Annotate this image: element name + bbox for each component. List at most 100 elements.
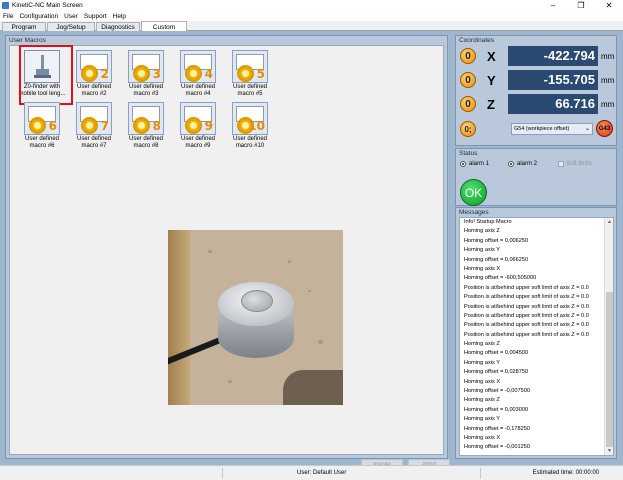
macro-3[interactable]: 3 User defined macro #3 [120,50,172,98]
macro-9[interactable]: 9 User defined macro #9 [172,102,224,150]
message-line: Homing axis Y [464,247,500,254]
message-line: Homing axis X [464,434,501,441]
status-title: Status [459,150,478,157]
gear-icon: 9 [180,102,216,135]
z0-finder-photo [168,230,343,405]
message-line: Homing offset = 0,066250 [464,256,529,263]
title-bar: KinetiC-NC Main Screen – ❐ ✕ [0,0,623,11]
coordinates-panel: Coordinates 0 X -422.794 mm 0 Y -155.705… [455,35,617,146]
status-panel: Status alarm 1 alarm 2 Soft limits OK [455,148,617,206]
macro-10[interactable]: 10 User defined macro #10 [224,102,276,150]
messages-scrollbar[interactable]: ▲ ▼ [604,218,613,455]
maximize-button[interactable]: ❐ [567,0,595,11]
coordinates-title: Coordinates [459,37,495,44]
message-line: Homing offset = 0,004500 [464,350,529,357]
unit-y: mm [601,76,615,85]
message-line: Homing offset = -0,001250 [464,444,530,451]
zero-all-button[interactable]: 0; [460,121,476,137]
message-line: Homing offset = -0,007500 [464,388,530,395]
wcs-row: 0; G54 (workpiece offset) ⌄ G43 [460,119,616,139]
macro-label: User defined macro #9 [180,136,216,149]
message-line: Homing axis Z [464,228,500,235]
message-line: Position is at/behind upper soft limit o… [464,294,589,301]
tab-program[interactable]: Program [2,22,46,31]
axis-label-y: Y [487,73,496,88]
unit-x: mm [601,52,615,61]
readout-x: -422.794 [508,46,598,66]
message-line: Homing axis Y [464,359,500,366]
menu-file[interactable]: File [3,13,13,20]
ok-status-button[interactable]: OK [460,179,487,206]
message-line: Homing axis X [464,265,501,272]
message-line: Position is at/behind upper soft limit o… [464,284,589,291]
messages-panel: Messages Info! Startup Macro Homing axis … [455,207,617,459]
tab-bar: Program Jog/Setup Diagnostics Custom [0,21,623,32]
gear-icon: 4 [180,50,216,83]
coord-row-x: 0 X -422.794 mm [460,46,616,66]
scroll-thumb[interactable] [606,292,613,447]
app-icon [2,2,9,9]
alarm2-label: alarm 2 [517,161,538,167]
chevron-down-icon: ⌄ [584,126,590,132]
macro-6[interactable]: 6 User defined macro #6 [16,102,68,150]
status-bar: User: Default User Estimated time: 00:00… [0,465,623,480]
alarm1-indicator: alarm 1 [460,161,489,167]
tab-diagnostics[interactable]: Diagnostics [96,22,140,31]
macro-7[interactable]: 7 User defined macro #7 [68,102,120,150]
message-line: Homing axis Y [464,416,500,423]
macro-label: User defined macro #8 [128,136,164,149]
wcs-select[interactable]: G54 (workpiece offset) ⌄ [511,123,593,135]
zero-y-button[interactable]: 0 [460,72,476,88]
zero-z-button[interactable]: 0 [460,96,476,112]
message-line: Homing offset = 0,028750 [464,369,529,376]
messages-title: Messages [459,209,489,216]
gear-icon: 6 [24,102,60,135]
user-macros-panel: User Macros Z0-finder with mobile tool l… [5,35,450,471]
close-button[interactable]: ✕ [595,0,623,11]
user-macros-title: User Macros [9,37,46,44]
message-line: Position is at/behind upper soft limit o… [464,303,589,310]
macro-8[interactable]: 8 User defined macro #8 [120,102,172,150]
minimize-button[interactable]: – [539,0,567,11]
menu-help[interactable]: Help [113,13,126,20]
axis-label-x: X [487,49,496,64]
gear-icon: 5 [232,50,268,83]
readout-z: 66.716 [508,94,598,114]
messages-lines: Info! Startup Macro Homing axis Z Homing o… [460,218,613,453]
gear-icon: 3 [128,50,164,83]
messages-list: Info! Startup Macro Homing axis Z Homing o… [459,217,614,456]
menu-configuration[interactable]: Configuration [19,13,58,20]
zero-x-button[interactable]: 0 [460,48,476,64]
tab-jog-setup[interactable]: Jog/Setup [47,22,95,31]
macro-5[interactable]: 5 User defined macro #5 [224,50,276,98]
message-line: Position is at/behind upper soft limit o… [464,312,589,319]
macro-label: User defined macro #3 [128,84,164,97]
scroll-up-icon[interactable]: ▲ [605,218,613,226]
message-line: Homing axis Z [464,397,500,404]
current-user: User: Default User [297,470,347,476]
scroll-down-icon[interactable]: ▼ [605,447,613,455]
message-line: Homing axis X [464,378,501,385]
message-line: Homing offset = -0,178250 [464,425,530,432]
macro-label: User defined macro #5 [232,84,268,97]
menu-support[interactable]: Support [84,13,107,20]
soft-limits-label: Soft limits [566,161,593,167]
menu-user[interactable]: User [64,13,78,20]
radio-dot-icon [460,161,466,167]
macros-area: Z0-finder with mobile tool leng... 2 Use… [9,45,450,471]
gear-icon: 7 [76,102,112,135]
menu-bar: File Configuration User Support Help [0,11,623,21]
macro-4[interactable]: 4 User defined macro #4 [172,50,224,98]
window-title: KinetiC-NC Main Screen [12,2,83,9]
g43-button[interactable]: G43 [596,120,613,137]
gear-icon: 2 [76,50,112,83]
readout-y: -155.705 [508,70,598,90]
message-line: Homing offset = -600,505000 [464,275,537,282]
axis-label-z: Z [487,97,495,112]
macro-label: User defined macro #10 [232,136,268,149]
macro-2[interactable]: 2 User defined macro #2 [68,50,120,98]
estimated-time: Estimated time: 00:00:00 [532,470,599,476]
soft-limits-checkbox[interactable]: Soft limits [558,161,592,167]
message-line: Homing offset = 0,003000 [464,406,529,413]
macro-label: User defined macro #4 [180,84,216,97]
